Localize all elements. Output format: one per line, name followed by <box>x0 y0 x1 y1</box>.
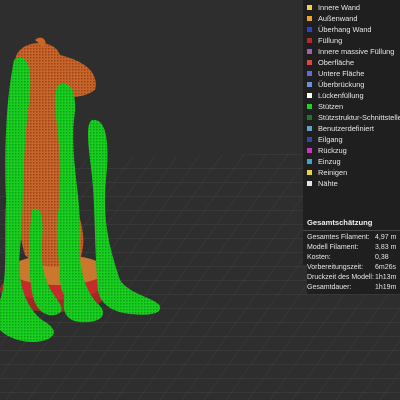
summary-label: Modell Filament: <box>307 244 359 251</box>
legend-item-reinigen[interactable]: Reinigen <box>307 167 400 178</box>
legend-item-benutzerdefiniert[interactable]: Benutzerdefiniert <box>307 123 400 134</box>
legend-label: Oberfläche <box>318 57 355 67</box>
summary-label: Gesamtdauer: <box>307 284 352 291</box>
summary-value: 3,83 m <box>375 244 397 251</box>
legend-swatch <box>307 181 312 186</box>
legend-item-lueckenfuellung[interactable]: Lückenfüllung <box>307 90 400 101</box>
legend-item-oberflaeche[interactable]: Oberfläche <box>307 57 400 68</box>
legend-swatch <box>307 93 312 98</box>
summary-value: 1h19m <box>375 284 397 291</box>
legend-label: Außenwand <box>318 13 358 23</box>
legend-item-eilgang[interactable]: Eilgang <box>307 134 400 145</box>
legend-swatch <box>307 49 312 54</box>
legend-item-innere-wand[interactable]: Innere Wand <box>307 2 400 13</box>
summary-divider <box>303 230 400 231</box>
summary-label: Gesamtes Filament: <box>307 234 370 241</box>
legend-label: Stützstruktur-Schnittstelle <box>318 112 400 122</box>
legend-label: Rückzug <box>318 145 347 155</box>
legend-label: Eilgang <box>318 134 343 144</box>
legend-label: Innere Wand <box>318 2 361 12</box>
legend-item-fuellung[interactable]: Füllung <box>307 35 400 46</box>
legend-item-einzug[interactable]: Einzug <box>307 156 400 167</box>
legend-swatch <box>307 115 312 120</box>
summary-row-vorbereitungszeit: Vorbereitungszeit: 6m26s <box>307 264 400 274</box>
legend-label: Untere Fläche <box>318 68 365 78</box>
legend-swatch <box>307 126 312 131</box>
legend-label: Reinigen <box>318 167 348 177</box>
legend-label: Überbrückung <box>318 79 365 89</box>
summary-row-kosten: Kosten: 0,38 <box>307 254 399 264</box>
summary-value: 0,38 <box>375 254 389 261</box>
summary-row-gesamtes-filament: Gesamtes Filament: 4,97 m <box>307 234 399 244</box>
legend-item-naehte[interactable]: Nähte <box>307 178 400 189</box>
legend-swatch <box>307 27 312 32</box>
legend-panel: Innere Wand Außenwand Überhang Wand Füll… <box>303 0 400 265</box>
summary-row-druckzeit: Druckzeit des Modell: 1h13m <box>307 274 400 284</box>
legend-label: Überhang Wand <box>318 24 372 34</box>
summary-value: 4,97 m <box>375 234 397 241</box>
legend-label: Einzug <box>318 156 341 166</box>
legend-swatch <box>307 104 312 109</box>
legend-swatch <box>307 170 312 175</box>
summary-label: Vorbereitungszeit: <box>307 264 364 271</box>
legend-label: Stützen <box>318 101 344 111</box>
summary-value: 6m26s <box>375 264 397 271</box>
legend-item-stuetzstruktur-schnittstelle[interactable]: Stützstruktur-Schnittstelle <box>307 112 400 123</box>
legend-label: Innere massive Füllung <box>318 46 395 56</box>
legend-label: Nähte <box>318 178 338 188</box>
legend-swatch <box>307 82 312 87</box>
legend-item-stuetzen[interactable]: Stützen <box>307 101 400 112</box>
legend-swatch <box>307 38 312 43</box>
legend-label: Lückenfüllung <box>318 90 364 100</box>
summary-row-modell-filament: Modell Filament: 3,83 m <box>307 244 399 254</box>
legend-swatch <box>307 137 312 142</box>
legend-item-ueberbrueckung[interactable]: Überbrückung <box>307 79 400 90</box>
legend-swatch <box>307 71 312 76</box>
summary-value: 1h13m <box>375 274 397 281</box>
legend-swatch <box>307 5 312 10</box>
legend-swatch <box>307 60 312 65</box>
summary-title: Gesamtschätzung <box>307 218 373 227</box>
legend-label: Benutzerdefiniert <box>318 123 374 133</box>
legend-item-innere-massive-fuellung[interactable]: Innere massive Füllung <box>307 46 400 57</box>
legend-swatch <box>307 16 312 21</box>
legend-item-ueberhang-wand[interactable]: Überhang Wand <box>307 24 400 35</box>
legend-label: Füllung <box>318 35 343 45</box>
summary-row-gesamtdauer: Gesamtdauer: 1h19m <box>307 284 400 294</box>
legend-swatch <box>307 148 312 153</box>
legend-swatch <box>307 159 312 164</box>
summary-label: Druckzeit des Modell: <box>307 274 374 281</box>
legend-item-rueckzug[interactable]: Rückzug <box>307 145 400 156</box>
legend-item-untere-flaeche[interactable]: Untere Fläche <box>307 68 400 79</box>
summary-label: Kosten: <box>307 254 331 261</box>
legend-item-aussenwand[interactable]: Außenwand <box>307 13 400 24</box>
